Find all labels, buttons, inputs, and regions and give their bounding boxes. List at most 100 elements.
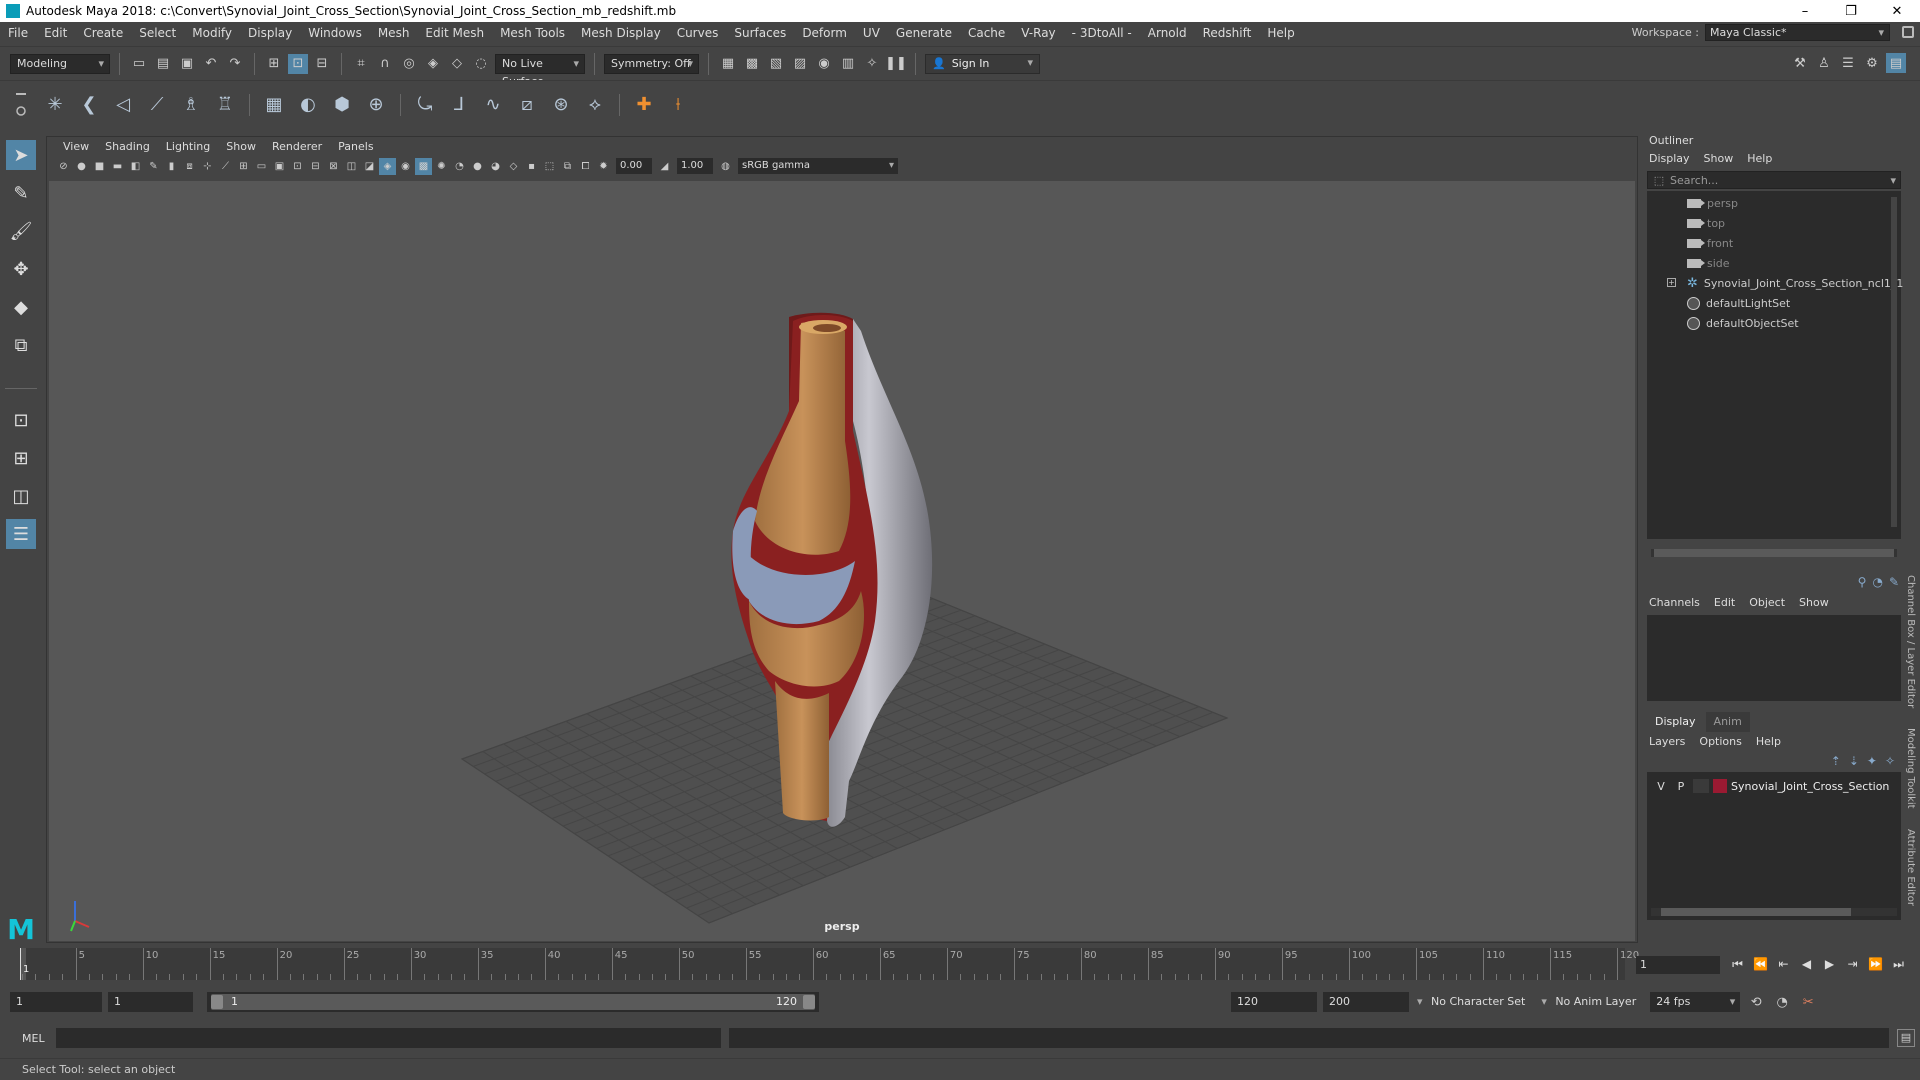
select-object-icon[interactable]: ⊡ — [288, 53, 308, 74]
create-joints-icon[interactable]: ✳ — [40, 90, 70, 120]
sine-deformer-icon[interactable]: ∿ — [478, 90, 508, 120]
skeleton-icon[interactable]: ♖ — [210, 90, 240, 120]
search-options-icon[interactable]: ▾ — [1890, 174, 1896, 187]
camera-attributes-icon[interactable]: ● — [73, 158, 90, 175]
snap-live-icon[interactable]: ◌ — [471, 54, 491, 74]
channel-box-icon[interactable]: ▤ — [1886, 53, 1906, 73]
two-view-layout-icon[interactable]: ◫ — [6, 481, 36, 511]
layer-display-type-toggle[interactable] — [1693, 779, 1709, 793]
ik-spline-icon[interactable]: ◁ — [108, 90, 138, 120]
view-transform-dropdown[interactable]: sRGB gamma — [738, 158, 898, 174]
select-camera-icon[interactable]: ⊘ — [55, 158, 72, 175]
depth-of-field-icon[interactable]: ● — [469, 158, 486, 175]
motion-blur-icon[interactable]: ✺ — [433, 158, 450, 175]
four-view-layout-icon[interactable]: ⊞ — [6, 443, 36, 473]
attribute-editor-icon[interactable]: ☰ — [1838, 53, 1858, 73]
layer-visibility-toggle[interactable]: V — [1653, 780, 1669, 793]
xray-joints-icon[interactable]: ▪ — [523, 158, 540, 175]
bookmarks-icon[interactable]: ■ — [91, 158, 108, 175]
humanik-icon[interactable]: ♗ — [176, 90, 206, 120]
layer-playback-toggle[interactable]: P — [1673, 780, 1689, 793]
menu-file[interactable]: File — [0, 26, 36, 40]
menu-redshift[interactable]: Redshift — [1195, 26, 1260, 40]
step-forward-frame-icon[interactable]: ⇥ — [1843, 954, 1862, 974]
lasso-tool-icon[interactable]: ✎ — [6, 178, 36, 208]
channel-menu-object[interactable]: Object — [1749, 596, 1785, 609]
layer-color-swatch[interactable] — [1713, 779, 1727, 793]
constraint-aim-icon[interactable]: ⟊ — [663, 90, 693, 120]
single-perspective-layout-icon[interactable]: ⊡ — [6, 405, 36, 435]
close-button[interactable]: ✕ — [1874, 0, 1920, 22]
snap-curve-icon[interactable]: ∩ — [375, 54, 395, 74]
menu-vray[interactable]: V-Ray — [1013, 26, 1063, 40]
range-start-handle[interactable] — [211, 995, 223, 1009]
go-to-end-icon[interactable]: ⏭ — [1889, 954, 1908, 974]
hud-icon[interactable]: ⧠ — [577, 158, 594, 175]
bend-deformer-icon[interactable]: ⤿ — [410, 90, 440, 120]
squash-deformer-icon[interactable]: ⧄ — [512, 90, 542, 120]
menu-display[interactable]: Display — [240, 26, 300, 40]
play-forwards-icon[interactable]: ▶ — [1820, 954, 1839, 974]
side-tab-channel-box[interactable]: Channel Box / Layer Editor — [1905, 575, 1916, 708]
bind-skin-icon[interactable]: ⟋ — [142, 90, 172, 120]
lock-icon[interactable] — [1902, 26, 1914, 38]
viewport-menu-shading[interactable]: Shading — [97, 140, 158, 153]
current-frame-field[interactable]: 1 — [1636, 956, 1720, 974]
tab-anim[interactable]: Anim — [1705, 712, 1750, 732]
rotate-tool-icon[interactable]: ◆ — [6, 292, 36, 322]
snap-point-icon[interactable]: ◎ — [399, 54, 419, 74]
viewport-menu-panels[interactable]: Panels — [330, 140, 381, 153]
snap-view-icon[interactable]: ◈ — [423, 54, 443, 74]
gamma-field[interactable]: 1.00 — [677, 158, 713, 174]
wireframe-icon[interactable]: ⊡ — [289, 158, 306, 175]
save-scene-icon[interactable]: ▣ — [177, 54, 197, 74]
color-management-icon[interactable]: ◍ — [717, 158, 734, 175]
outliner-menu-help[interactable]: Help — [1747, 152, 1772, 165]
flare-deformer-icon[interactable]: ⅃ — [444, 90, 474, 120]
snap-grid-icon[interactable]: ⌗ — [351, 54, 371, 74]
safe-action-icon[interactable]: ▭ — [253, 158, 270, 175]
sign-in-button[interactable]: 👤 Sign In — [925, 53, 1040, 74]
side-tab-attribute-editor[interactable]: Attribute Editor — [1905, 829, 1916, 906]
render-view-icon[interactable]: ▦ — [718, 54, 738, 74]
outliner-item-top[interactable]: top — [1647, 213, 1901, 233]
range-end-handle[interactable] — [803, 995, 815, 1009]
time-ruler[interactable]: 1 5 10 15 20 25 30 35 40 45 50 55 60 65 70 75 80 85 90 95 1… — [20, 948, 1639, 980]
character-set-dropdown[interactable]: No Character Set — [1415, 992, 1533, 1012]
step-back-frame-icon[interactable]: ⇤ — [1774, 954, 1793, 974]
smooth-shade-icon[interactable]: ⊟ — [307, 158, 324, 175]
filter-icon[interactable]: ⬚ — [1648, 174, 1670, 187]
minimize-button[interactable]: – — [1782, 0, 1828, 22]
ipr-render-icon[interactable]: ▧ — [766, 54, 786, 74]
fps-dropdown[interactable]: 24 fps — [1650, 992, 1741, 1012]
new-empty-layer-icon[interactable]: ✦ — [1867, 754, 1877, 768]
outliner-item-front[interactable]: front — [1647, 233, 1901, 253]
play-backwards-icon[interactable]: ◀ — [1797, 954, 1816, 974]
menu-curves[interactable]: Curves — [669, 26, 727, 40]
paint-select-tool-icon[interactable]: 🖌 — [6, 216, 36, 246]
channel-menu-show[interactable]: Show — [1799, 596, 1829, 609]
menu-mesh-tools[interactable]: Mesh Tools — [492, 26, 573, 40]
snap-surface-icon[interactable]: ◇ — [447, 54, 467, 74]
outliner-horizontal-scrollbar[interactable] — [1651, 549, 1897, 557]
tab-display[interactable]: Display — [1647, 712, 1704, 732]
menu-edit-mesh[interactable]: Edit Mesh — [417, 26, 492, 40]
exposure-icon[interactable]: ✹ — [595, 158, 612, 175]
channel-menu-channels[interactable]: Channels — [1649, 596, 1700, 609]
2d-pan-zoom-icon[interactable]: ◧ — [127, 158, 144, 175]
viewport-menu-view[interactable]: View — [55, 140, 97, 153]
character-controls-icon[interactable]: ♙ — [1814, 53, 1834, 73]
move-layer-up-icon[interactable]: ⇡ — [1831, 754, 1841, 768]
layer-horizontal-scrollbar[interactable] — [1651, 908, 1897, 916]
menu-3dtoall[interactable]: - 3DtoAll - — [1064, 26, 1140, 40]
menu-deform[interactable]: Deform — [794, 26, 855, 40]
menu-mesh[interactable]: Mesh — [370, 26, 418, 40]
select-component-icon[interactable]: ⊟ — [312, 54, 332, 74]
outliner-search-input[interactable] — [1670, 172, 1900, 188]
workspace-dropdown[interactable]: Maya Classic* — [1705, 24, 1890, 41]
render-frame-icon[interactable]: ▩ — [742, 54, 762, 74]
channel-menu-edit[interactable]: Edit — [1714, 596, 1735, 609]
viewport-menu-show[interactable]: Show — [218, 140, 264, 153]
outliner-layout-icon[interactable]: ☰ — [6, 519, 36, 549]
tool-settings-icon[interactable]: ⚙ — [1862, 53, 1882, 73]
